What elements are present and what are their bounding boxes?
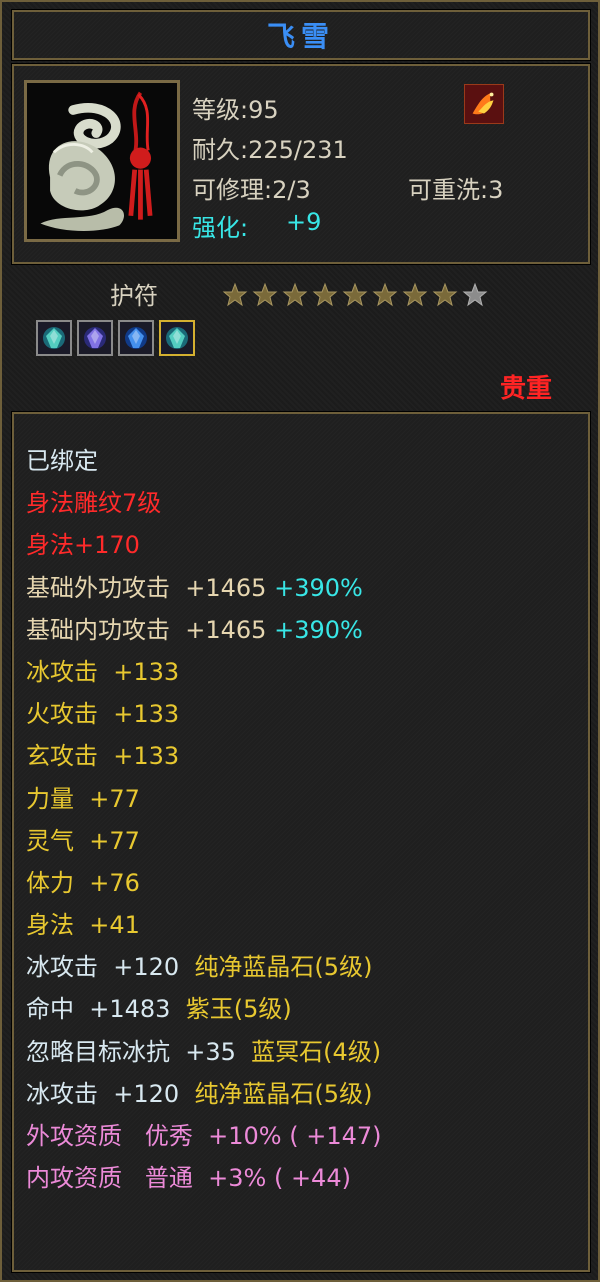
attributes-panel: 已绑定 身法雕纹7级 身法+170 基础外功攻击 +1465 +390% 基础内功攻击 …	[11, 411, 591, 1273]
cyan-gem-icon	[36, 320, 72, 356]
attribute-line: 身法雕纹7级	[26, 482, 382, 524]
attribute-line: 基础外功攻击 +1465 +390%	[26, 567, 382, 609]
attribute-text: 内攻资质 普通 +3% ( +44)	[26, 1164, 351, 1193]
attribute-line: 基础内功攻击 +1465 +390%	[26, 609, 382, 651]
attribute-text: 玄攻击 +133	[26, 742, 180, 771]
item-name: 飞雪	[266, 20, 335, 53]
star-empty-icon	[462, 282, 488, 307]
attribute-line: 身法+170	[26, 524, 382, 566]
attribute-text: 忽略目标冰抗 +35	[26, 1037, 252, 1066]
attribute-line: 命中 +1483 紫玉(5级)	[26, 988, 382, 1030]
attribute-text: 蓝冥石(4级)	[251, 1037, 382, 1066]
attribute-text: 冰攻击 +120	[26, 1079, 195, 1108]
attribute-line: 忽略目标冰抗 +35 蓝冥石(4级)	[26, 1031, 382, 1073]
attribute-line: 内攻资质 普通 +3% ( +44)	[26, 1157, 382, 1199]
star-rating	[222, 282, 488, 308]
level-stat: 等级:95	[192, 96, 279, 124]
blue-gem-icon	[118, 320, 154, 356]
star-filled-icon	[222, 282, 248, 307]
header-panel: 等级:95 耐久:225/231 可修理:2/3 可重洗:3 强化: +9	[11, 63, 591, 265]
attribute-text: +390%	[274, 573, 363, 602]
attribute-text: 纯净蓝晶石(5级)	[194, 1079, 373, 1108]
attribute-text: 冰攻击 +133	[26, 657, 180, 686]
attribute-text: 纯净蓝晶石(5级)	[194, 953, 373, 982]
attribute-line: 体力 +76	[26, 862, 382, 904]
attribute-text: 体力 +76	[26, 868, 140, 897]
item-type: 护符	[110, 282, 158, 310]
attribute-text: 命中 +1483	[26, 995, 186, 1024]
attribute-line: 外攻资质 优秀 +10% ( +147)	[26, 1115, 382, 1157]
attribute-text: +390%	[274, 615, 363, 644]
attribute-text: 已绑定	[26, 447, 98, 475]
durability-stat: 耐久:225/231	[192, 136, 348, 164]
attribute-line: 力量 +77	[26, 778, 382, 820]
purple-gem-icon	[77, 320, 113, 356]
attribute-text: 身法 +41	[26, 911, 140, 940]
item-tooltip: 飞雪 等级:95 耐久:225/231 可修理:2/3 可重洗:3 强化: +9	[0, 0, 600, 1282]
attribute-text: 基础内功攻击 +1465	[26, 615, 275, 644]
star-filled-icon	[432, 282, 458, 307]
star-filled-icon	[252, 282, 278, 307]
phoenix-badge-icon	[464, 84, 504, 124]
cyan-gem-icon	[159, 320, 195, 356]
star-filled-icon	[282, 282, 308, 307]
repairable-stat: 可修理:2/3	[192, 176, 311, 204]
type-panel: 护符 贵重	[12, 270, 590, 410]
attribute-text: 外攻资质 优秀 +10% ( +147)	[26, 1122, 382, 1150]
attribute-text: 灵气 +77	[26, 826, 140, 855]
attribute-line: 玄攻击 +133	[26, 735, 382, 777]
attribute-line: 冰攻击 +133	[26, 651, 382, 693]
attribute-line: 火攻击 +133	[26, 693, 382, 735]
attribute-text: 力量 +77	[26, 784, 140, 813]
star-filled-icon	[342, 282, 368, 307]
attribute-text: 基础外功攻击 +1465	[26, 573, 275, 602]
star-filled-icon	[372, 282, 398, 307]
attribute-line: 冰攻击 +120 纯净蓝晶石(5级)	[26, 1073, 382, 1115]
title-bar: 飞雪	[11, 9, 591, 61]
rarity-label: 贵重	[499, 374, 552, 404]
attribute-text: 冰攻击 +120	[26, 953, 195, 982]
jade-amulet-icon	[24, 80, 180, 242]
attribute-line: 身法 +41	[26, 904, 382, 946]
gem-slots	[36, 320, 195, 356]
attribute-line: 已绑定	[26, 440, 382, 482]
attribute-list: 已绑定 身法雕纹7级 身法+170 基础外功攻击 +1465 +390% 基础内功攻击 …	[26, 440, 382, 1199]
star-filled-icon	[312, 282, 338, 307]
enhance-value: +9	[286, 208, 322, 236]
rewashable-stat: 可重洗:3	[408, 176, 504, 204]
attribute-line: 灵气 +77	[26, 820, 382, 862]
attribute-text: 身法雕纹7级	[26, 489, 162, 518]
attribute-text: 紫玉(5级)	[185, 995, 292, 1024]
star-filled-icon	[402, 282, 428, 307]
enhance-label: 强化:	[192, 214, 249, 242]
attribute-text: 火攻击 +133	[26, 700, 180, 729]
attribute-text: 身法+170	[26, 531, 140, 560]
attribute-line: 冰攻击 +120 纯净蓝晶石(5级)	[26, 946, 382, 988]
